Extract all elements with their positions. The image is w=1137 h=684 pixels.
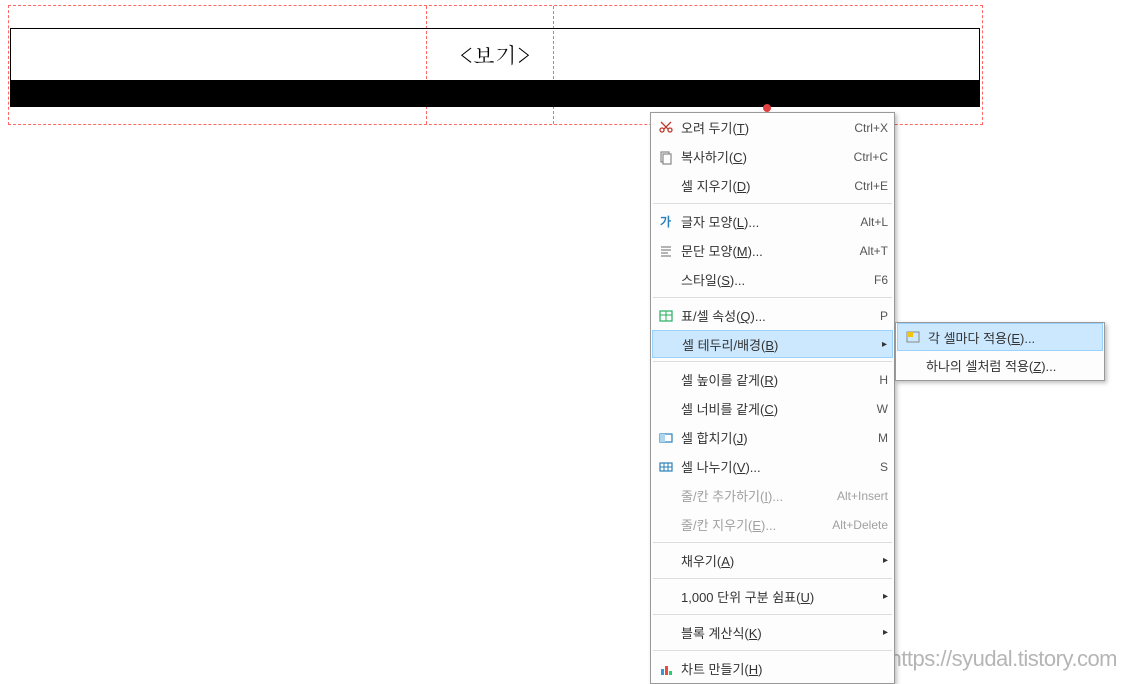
- watermark-url: https://syudal.tistory.com: [890, 646, 1117, 672]
- submenu-item-1[interactable]: 하나의 셀처럼 적용(Z)...: [896, 351, 1104, 380]
- menu-shortcut: M: [838, 431, 888, 445]
- context-menu-item-15: 줄/칸 추가하기(I)... Alt+Insert: [651, 481, 894, 510]
- context-menu-item-8[interactable]: 표/셀 속성(Q)... P: [651, 301, 894, 330]
- menu-shortcut: Alt+L: [838, 215, 888, 229]
- cursor-indicator: [763, 104, 771, 112]
- menu-icon-placeholder: [655, 369, 677, 391]
- menu-shortcut: W: [838, 402, 888, 416]
- context-menu-item-1[interactable]: 복사하기(C) Ctrl+C: [651, 142, 894, 171]
- menu-label: 셀 지우기(D): [681, 176, 830, 195]
- table-cell[interactable]: [553, 81, 979, 107]
- menu-label: 문단 모양(M)...: [681, 241, 830, 260]
- context-menu-item-5[interactable]: 문단 모양(M)... Alt+T: [651, 236, 894, 265]
- menu-shortcut: H: [838, 373, 888, 387]
- context-menu-item-9[interactable]: 셀 테두리/배경(B) ▸: [652, 330, 893, 358]
- svg-text:가: 가: [660, 214, 671, 229]
- menu-shortcut: P: [838, 309, 888, 323]
- menu-label: 하나의 셀처럼 적용(Z)...: [926, 356, 1098, 375]
- context-menu: 오려 두기(T) Ctrl+X 복사하기(C) Ctrl+C 셀 지우기(D) Ctrl+…: [650, 112, 895, 684]
- menu-shortcut: Ctrl+X: [838, 121, 888, 135]
- menu-label: 채우기(A): [681, 551, 879, 570]
- context-menu-item-14[interactable]: 셀 나누기(V)... S: [651, 452, 894, 481]
- context-menu-item-13[interactable]: 셀 합치기(J) M: [651, 423, 894, 452]
- context-menu-item-0[interactable]: 오려 두기(T) Ctrl+X: [651, 113, 894, 142]
- menu-label: 복사하기(C): [681, 147, 830, 166]
- submenu-arrow-icon: ▸: [883, 627, 888, 638]
- document-table-area: <보기>: [10, 28, 980, 107]
- context-menu-item-18[interactable]: 채우기(A) ▸: [651, 546, 894, 575]
- menu-label: 각 셀마다 적용(E)...: [928, 328, 1097, 347]
- context-menu-item-12[interactable]: 셀 너비를 같게(C) W: [651, 394, 894, 423]
- menu-separator: [653, 297, 892, 298]
- menu-shortcut: S: [838, 460, 888, 474]
- context-menu-item-4[interactable]: 가 글자 모양(L)... Alt+L: [651, 207, 894, 236]
- menu-label: 블록 계산식(K): [681, 623, 879, 642]
- menu-label: 셀 나누기(V)...: [681, 457, 830, 476]
- menu-label: 글자 모양(L)...: [681, 212, 830, 231]
- table-icon: [655, 305, 677, 327]
- merge-cells-icon: [655, 427, 677, 449]
- context-menu-item-24[interactable]: 차트 만들기(H): [651, 654, 894, 683]
- menu-label: 셀 합치기(J): [681, 428, 830, 447]
- menu-icon-placeholder: [655, 269, 677, 291]
- cut-icon: [655, 117, 677, 139]
- menu-label: 차트 만들기(H): [681, 659, 888, 678]
- menu-icon-placeholder: [900, 355, 922, 377]
- menu-label: 줄/칸 추가하기(I)...: [681, 486, 829, 505]
- menu-label: 셀 테두리/배경(B): [682, 335, 878, 354]
- menu-icon-placeholder: [655, 398, 677, 420]
- menu-shortcut: Alt+Delete: [832, 518, 888, 532]
- submenu-arrow-icon: ▸: [883, 555, 888, 566]
- menu-shortcut: Alt+T: [838, 244, 888, 258]
- menu-label: 오려 두기(T): [681, 118, 830, 137]
- document-table[interactable]: <보기>: [10, 28, 980, 107]
- submenu-cell-border: 각 셀마다 적용(E)... 하나의 셀처럼 적용(Z)...: [895, 322, 1105, 381]
- menu-icon-placeholder: [655, 586, 677, 608]
- menu-separator: [653, 542, 892, 543]
- chart-icon: [655, 658, 677, 680]
- menu-icon-placeholder: [655, 514, 677, 536]
- cell-apply-icon: [902, 326, 924, 348]
- menu-shortcut: Alt+Insert: [837, 489, 888, 503]
- submenu-arrow-icon: ▸: [882, 339, 887, 350]
- menu-label: 표/셀 속성(Q)...: [681, 306, 830, 325]
- paragraph-icon: [655, 240, 677, 262]
- context-menu-item-22[interactable]: 블록 계산식(K) ▸: [651, 618, 894, 647]
- menu-shortcut: Ctrl+E: [838, 179, 888, 193]
- menu-icon-placeholder: [656, 333, 678, 355]
- menu-shortcut: Ctrl+C: [838, 150, 888, 164]
- table-header-cell[interactable]: <보기>: [11, 29, 980, 81]
- menu-icon-placeholder: [655, 550, 677, 572]
- table-header-label: <보기>: [459, 39, 531, 70]
- menu-label: 줄/칸 지우기(E)...: [681, 515, 824, 534]
- table-cell[interactable]: [427, 81, 553, 107]
- context-menu-item-16: 줄/칸 지우기(E)... Alt+Delete: [651, 510, 894, 539]
- selected-row[interactable]: [11, 81, 980, 107]
- context-menu-item-11[interactable]: 셀 높이를 같게(R) H: [651, 365, 894, 394]
- menu-label: 스타일(S)...: [681, 270, 830, 289]
- menu-separator: [653, 361, 892, 362]
- font-icon: 가: [655, 211, 677, 233]
- menu-separator: [653, 203, 892, 204]
- menu-icon-placeholder: [655, 175, 677, 197]
- menu-label: 1,000 단위 구분 쉼표(U): [681, 587, 879, 606]
- context-menu-item-2[interactable]: 셀 지우기(D) Ctrl+E: [651, 171, 894, 200]
- copy-icon: [655, 146, 677, 168]
- split-cells-icon: [655, 456, 677, 478]
- submenu-arrow-icon: ▸: [883, 591, 888, 602]
- table-cell[interactable]: [11, 81, 428, 107]
- menu-separator: [653, 578, 892, 579]
- menu-icon-placeholder: [655, 485, 677, 507]
- menu-label: 셀 높이를 같게(R): [681, 370, 830, 389]
- menu-shortcut: F6: [838, 273, 888, 287]
- menu-separator: [653, 614, 892, 615]
- context-menu-item-20[interactable]: 1,000 단위 구분 쉼표(U) ▸: [651, 582, 894, 611]
- context-menu-item-6[interactable]: 스타일(S)... F6: [651, 265, 894, 294]
- submenu-item-0[interactable]: 각 셀마다 적용(E)...: [897, 323, 1103, 351]
- menu-label: 셀 너비를 같게(C): [681, 399, 830, 418]
- menu-icon-placeholder: [655, 622, 677, 644]
- menu-separator: [653, 650, 892, 651]
